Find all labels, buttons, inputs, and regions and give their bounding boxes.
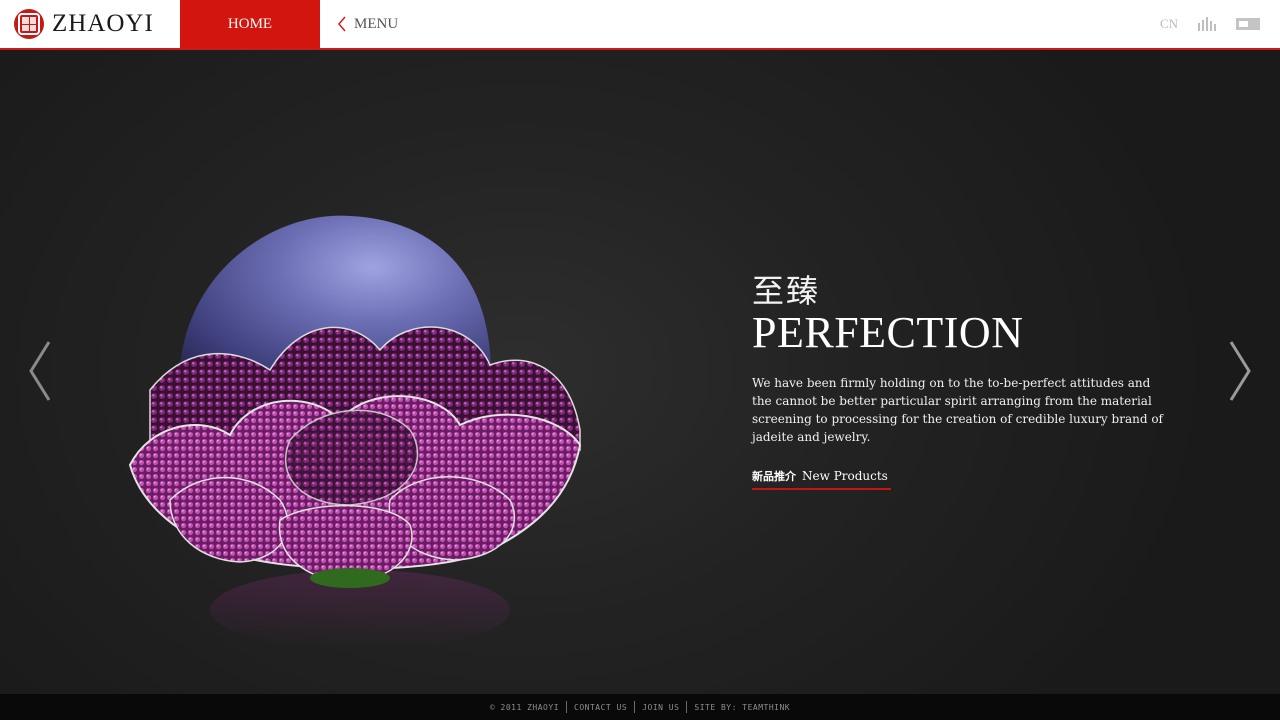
hero-title-cn: 至臻	[752, 272, 821, 310]
hero-text-block: 至臻 PERFECTION We have been firmly holdin…	[752, 272, 1172, 490]
new-products-label-cn: 新品推介	[752, 470, 796, 483]
brand-name: ZHAOYI	[52, 10, 154, 37]
new-products-link[interactable]: 新品推介 New Products	[752, 468, 891, 490]
nav-menu-label: MENU	[354, 15, 399, 32]
next-slide-arrow[interactable]	[1228, 340, 1252, 402]
footer-divider	[634, 701, 636, 713]
hero-description: We have been firmly holding on to the to…	[752, 376, 1163, 444]
brand-logo[interactable]: ZHAOYI	[0, 0, 180, 48]
copyright-text: © 2011 ZHAOYI	[489, 702, 560, 712]
seal-icon	[14, 9, 44, 39]
footer-bar: © 2011 ZHAOYI CONTACT US JOIN US SITE BY…	[0, 694, 1280, 720]
nav-menu-button[interactable]: MENU	[338, 0, 398, 48]
top-navigation-bar: ZHAOYI HOME MENU CN	[0, 0, 1280, 50]
hero-banner: 至臻 PERFECTION We have been firmly holdin…	[0, 50, 1280, 694]
bars-icon[interactable]	[1198, 17, 1216, 31]
hero-title: PERFECTION	[752, 308, 1024, 357]
contact-us-link[interactable]: CONTACT US	[574, 703, 627, 712]
header-tools: CN	[1160, 0, 1260, 48]
site-credit-link[interactable]: SITE BY: TEAMTHINK	[694, 703, 790, 712]
prev-slide-arrow[interactable]	[28, 340, 52, 402]
language-switch[interactable]: CN	[1160, 16, 1178, 32]
new-products-label: New Products	[802, 469, 888, 483]
jewelry-bowl-image	[128, 215, 582, 650]
footer-divider	[566, 701, 568, 713]
join-us-link[interactable]: JOIN US	[642, 703, 679, 712]
chevron-left-icon	[338, 16, 346, 32]
window-icon[interactable]	[1236, 18, 1260, 30]
footer-divider	[686, 701, 688, 713]
nav-home-button[interactable]: HOME	[180, 0, 320, 48]
